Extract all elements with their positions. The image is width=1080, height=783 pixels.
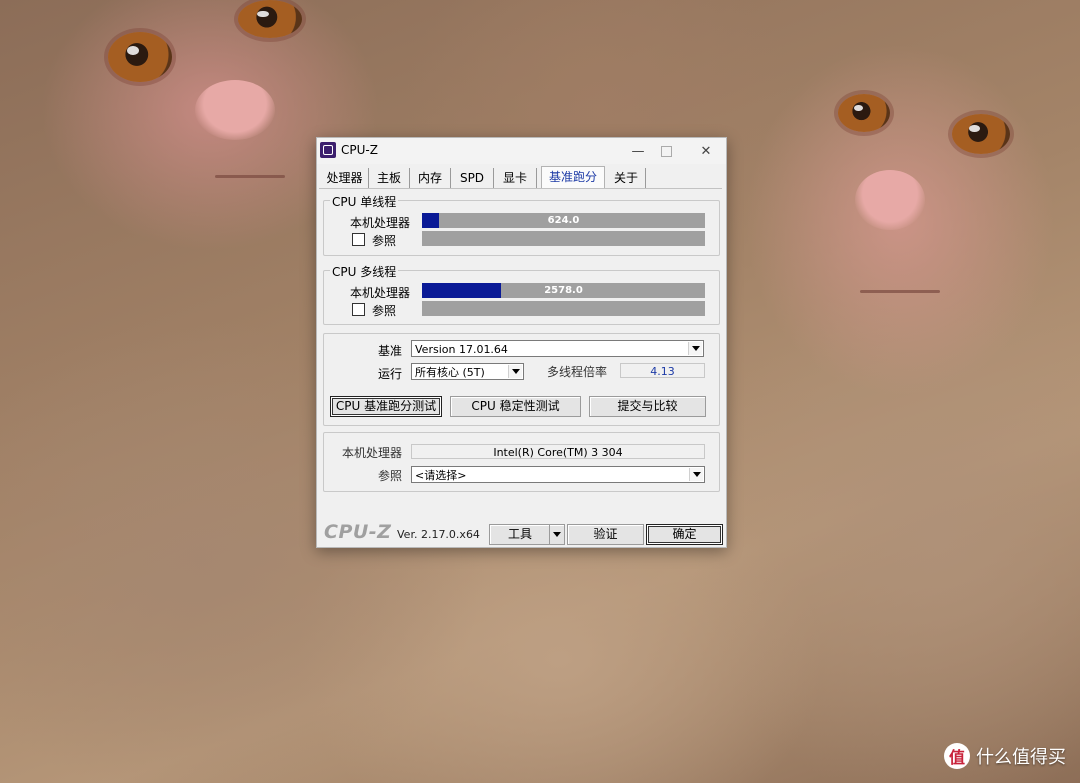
chevron-down-icon[interactable] (549, 525, 564, 544)
monkey-left-mouth (215, 175, 285, 178)
title-bar[interactable]: CPU-Z — ✕ (317, 138, 726, 164)
multi-ratio-value: 4.13 (620, 363, 705, 378)
single-this-processor-label: 本机处理器 (350, 216, 411, 230)
watermark-text: 什么值得买 (976, 747, 1066, 768)
tab-processor[interactable]: 处理器 (321, 168, 369, 188)
tab-divider (319, 188, 722, 189)
tab-about[interactable]: 关于 (607, 168, 646, 188)
chevron-down-icon[interactable] (689, 468, 703, 481)
tools-button[interactable]: 工具 (489, 524, 565, 545)
multi-thread-bar: 2578.0 (422, 283, 705, 298)
window-title: CPU-Z (341, 143, 378, 157)
monkey-left-eye-1 (108, 32, 172, 82)
chevron-down-icon[interactable] (688, 342, 702, 355)
submit-compare-button[interactable]: 提交与比较 (589, 396, 706, 417)
benchmark-version-select[interactable]: Version 17.01.64 (411, 340, 704, 357)
benchmark-version-value: Version 17.01.64 (415, 343, 508, 356)
monkey-right-mouth (860, 290, 940, 293)
multi-this-processor-label: 本机处理器 (350, 286, 411, 300)
tab-mainboard[interactable]: 主板 (369, 168, 410, 188)
chevron-down-icon[interactable] (508, 365, 522, 378)
monkey-right-eye-1 (838, 94, 890, 132)
multi-thread-group: CPU 多线程 本机处理器 2578.0 参照 (323, 263, 720, 325)
threads-select[interactable]: 所有核心 (5T) (411, 363, 524, 380)
cpu-bench-button[interactable]: CPU 基准跑分测试 (330, 396, 442, 417)
benchmark-label: 基准 (378, 344, 403, 358)
ok-button[interactable]: 确定 (646, 524, 723, 545)
multi-reference-label: 参照 (372, 304, 397, 318)
this-processor-label: 本机处理器 (342, 446, 403, 460)
multi-thread-score: 2578.0 (544, 285, 583, 296)
settings-group: 基准 Version 17.01.64 运行 所有核心 (5T) 多线程倍率 4… (323, 333, 720, 426)
monkey-left-eye-2 (238, 0, 302, 38)
single-thread-group-label: CPU 单线程 (330, 193, 399, 210)
this-processor-value: Intel(R) Core(TM) 3 304 (411, 444, 705, 459)
monkey-right-eye-2 (952, 114, 1010, 154)
reference-processor-select[interactable]: <请选择> (411, 466, 705, 483)
single-reference-bar (422, 231, 705, 246)
single-thread-bar: 624.0 (422, 213, 705, 228)
reference-processor-label: 参照 (378, 469, 403, 483)
cpuz-logo: CPU-Z (324, 521, 392, 543)
processor-info-group: 本机处理器 Intel(R) Core(TM) 3 304 参照 <请选择> (323, 432, 720, 492)
tab-spd[interactable]: SPD (451, 168, 494, 188)
threads-label: 运行 (378, 367, 403, 381)
watermark-logo-icon: 值 (944, 743, 970, 769)
cpuz-app-icon (320, 142, 336, 158)
minimize-button[interactable]: — (623, 138, 653, 164)
single-thread-group: CPU 单线程 本机处理器 624.0 参照 (323, 193, 720, 256)
cpu-stress-button[interactable]: CPU 稳定性测试 (450, 396, 581, 417)
cpuz-window: CPU-Z — ✕ 处理器 主板 内存 SPD 显卡 基准跑分 关于 CPU 单… (316, 137, 727, 548)
watermark: 值 什么值得买 (944, 743, 1066, 769)
maximize-button (651, 138, 681, 164)
single-thread-score: 624.0 (547, 215, 580, 226)
close-button[interactable]: ✕ (691, 138, 721, 164)
tab-memory[interactable]: 内存 (410, 168, 451, 188)
version-label: Ver. 2.17.0.x64 (397, 528, 480, 541)
tab-graphics[interactable]: 显卡 (494, 168, 537, 188)
multi-reference-bar (422, 301, 705, 316)
tools-button-label: 工具 (507, 527, 532, 541)
single-reference-label: 参照 (372, 234, 397, 248)
monkey-right-nose (855, 170, 925, 230)
multi-ratio-label: 多线程倍率 (547, 365, 608, 379)
multi-thread-group-label: CPU 多线程 (330, 263, 399, 280)
multi-reference-checkbox[interactable] (352, 303, 365, 316)
tab-bench[interactable]: 基准跑分 (541, 166, 605, 189)
single-reference-checkbox[interactable] (352, 233, 365, 246)
reference-processor-value: <请选择> (415, 469, 467, 482)
monkey-left-nose (195, 80, 275, 140)
threads-value: 所有核心 (5T) (415, 366, 485, 379)
validate-button[interactable]: 验证 (567, 524, 644, 545)
